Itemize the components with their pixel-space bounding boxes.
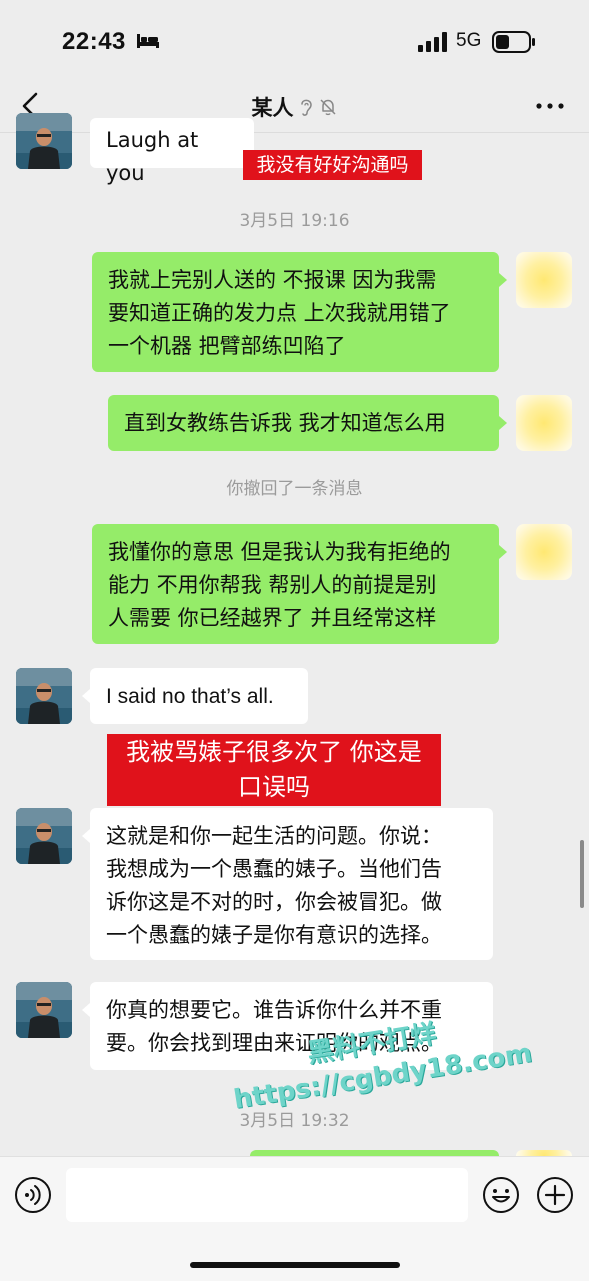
chat-header: 某人 [0, 92, 589, 122]
chat-title: 某人 [251, 96, 294, 120]
chat-timestamp: 3月5日 19:16 [239, 211, 350, 231]
bubble-tail [499, 545, 507, 559]
message-bubble-incoming[interactable]: Laugh at you [90, 118, 254, 185]
self-avatar[interactable] [516, 252, 572, 308]
message-line: 一个机器 把臂部练凹陷了 [108, 334, 346, 358]
annotation-note: 我没有好好沟通吗 [243, 150, 422, 180]
message-text: 直到女教练告诉我 我才知道怎么用 [124, 411, 446, 435]
more-icon[interactable] [534, 96, 566, 116]
chat-timestamp: 3月5日 19:32 [239, 1111, 350, 1131]
ear-icon [300, 99, 312, 116]
message-line: 能力 不用你帮我 帮别人的前提是别 [108, 573, 437, 597]
home-indicator [190, 1262, 400, 1268]
recall-notice: 你撤回了一条消息 [226, 479, 363, 499]
message-text: Laugh at you [106, 128, 199, 185]
annotation-note: 我被骂婊子很多次了 你这是 口误吗 [107, 734, 441, 806]
bed-icon [137, 34, 159, 48]
message-bubble-outgoing[interactable]: 我就上完别人送的 不报课 因为我需 要知道正确的发力点 上次我就用错了 一个机器… [92, 252, 499, 372]
message-bubble-outgoing[interactable]: 直到女教练告诉我 我才知道怎么用 [108, 395, 499, 451]
message-bubble-incoming[interactable]: 这就是和你一起生活的问题。你说： 我想成为一个愚蠢的婊子。当他们告 诉你这是不对… [90, 808, 493, 960]
message-line: 我懂你的意思 但是我认为我有拒绝的 [108, 540, 451, 564]
bubble-tail [82, 1003, 90, 1017]
bubble-tail [499, 273, 507, 287]
message-text: I said no that’s all. [106, 685, 274, 708]
message-line: 我想成为一个愚蠢的婊子。当他们告 [106, 857, 442, 881]
annotation-text: 我没有好好沟通吗 [256, 154, 409, 176]
signal-icon [418, 32, 447, 52]
message-line: 诉你这是不对的时，你会被冒犯。做 [106, 890, 442, 914]
message-line: 我就上完别人送的 不报课 因为我需 [108, 268, 437, 292]
mute-bell-icon [319, 99, 336, 116]
message-input[interactable] [66, 1168, 468, 1222]
battery-icon [492, 31, 535, 53]
self-avatar[interactable] [516, 524, 572, 580]
message-bubble-incoming[interactable]: I said no that’s all. [90, 668, 308, 724]
contact-avatar[interactable] [16, 982, 72, 1038]
bubble-tail [499, 416, 507, 430]
network-label: 5G [456, 30, 482, 51]
self-avatar[interactable] [516, 395, 572, 451]
scroll-indicator [580, 840, 584, 908]
status-time: 22:43 [62, 28, 126, 55]
message-bubble-outgoing[interactable]: 我懂你的意思 但是我认为我有拒绝的 能力 不用你帮我 帮别人的前提是别 人需要 … [92, 524, 499, 644]
message-line: 要知道正确的发力点 上次我就用错了 [108, 301, 451, 325]
voice-icon[interactable] [14, 1176, 52, 1214]
annotation-line: 我被骂婊子很多次了 你这是 [126, 738, 422, 766]
message-line: 一个愚蠢的婊子是你有意识的选择。 [106, 923, 442, 947]
emoji-icon[interactable] [482, 1176, 520, 1214]
contact-avatar[interactable] [16, 808, 72, 864]
bubble-tail [82, 829, 90, 843]
contact-avatar[interactable] [16, 668, 72, 724]
contact-avatar[interactable] [16, 113, 72, 169]
plus-icon[interactable] [536, 1176, 574, 1214]
annotation-line: 口误吗 [238, 773, 310, 801]
nav-divider [0, 132, 589, 133]
message-line: 这就是和你一起生活的问题。你说： [106, 824, 442, 848]
bubble-tail [82, 689, 90, 703]
message-line: 人需要 你已经越界了 并且经常这样 [108, 606, 437, 630]
